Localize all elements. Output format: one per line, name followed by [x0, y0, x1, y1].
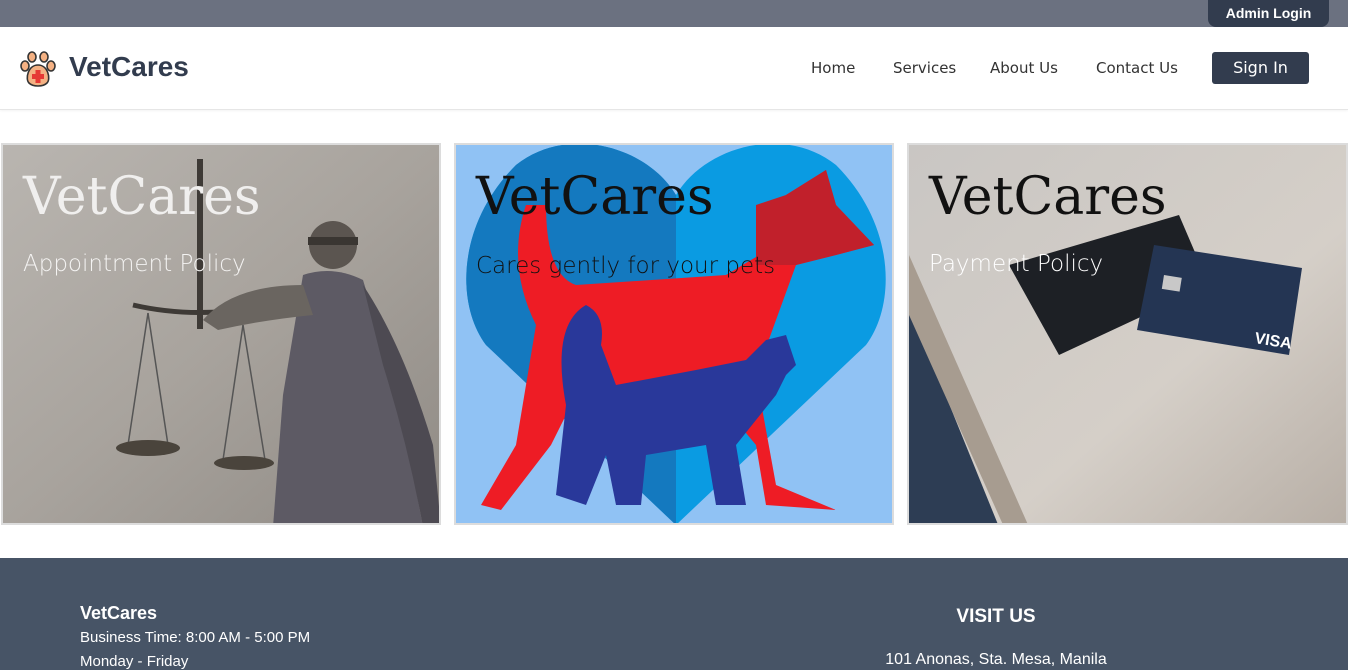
- nav-about-us[interactable]: About Us: [990, 58, 1058, 78]
- footer: VetCares Business Time: 8:00 AM - 5:00 P…: [0, 558, 1348, 670]
- card-title: VetCares: [476, 167, 714, 227]
- card-title: VetCares: [23, 167, 261, 227]
- brand-name[interactable]: VetCares: [69, 49, 189, 85]
- navbar: VetCares Home Services About Us Contact …: [0, 27, 1348, 110]
- card-subtitle: Payment Policy: [929, 251, 1104, 277]
- business-days: Monday - Friday: [80, 653, 189, 670]
- pets-card[interactable]: VetCares Cares gently for your pets: [454, 143, 894, 525]
- business-time: Business Time: 8:00 AM - 5:00 PM: [80, 629, 311, 646]
- nav-services[interactable]: Services: [893, 58, 956, 78]
- footer-brand: VetCares: [80, 603, 158, 623]
- card-title: VetCares: [929, 167, 1167, 227]
- card-subtitle: Cares gently for your pets: [476, 253, 776, 279]
- card-subtitle: Appointment Policy: [23, 251, 246, 277]
- appointment-policy-card[interactable]: VetCares Appointment Policy: [1, 143, 441, 525]
- paw-cross-icon[interactable]: [18, 49, 60, 89]
- address: 101 Anonas, Sta. Mesa, Manila: [885, 651, 1107, 668]
- admin-login-button[interactable]: Admin Login: [1208, 0, 1329, 27]
- top-bar: Admin Login: [0, 0, 1348, 27]
- nav-contact-us[interactable]: Contact Us: [1096, 58, 1178, 78]
- nav-home[interactable]: Home: [811, 58, 855, 78]
- sign-in-button[interactable]: Sign In: [1212, 52, 1309, 84]
- payment-policy-card[interactable]: VISA VetCares Payment Policy: [907, 143, 1348, 525]
- visit-us-heading: VISIT US: [956, 606, 1036, 627]
